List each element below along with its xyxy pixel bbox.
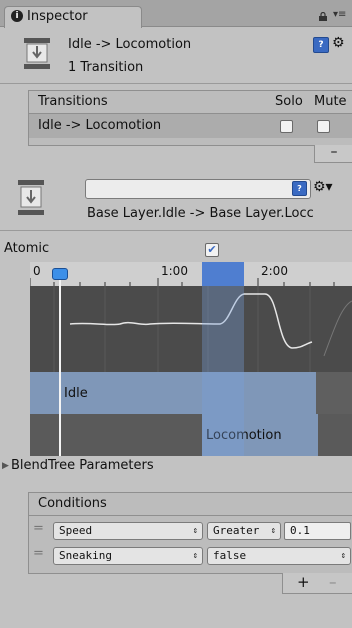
condition-operator-dropdown[interactable]: Greater ⇕ [207, 522, 281, 540]
transition-row[interactable]: Idle -> Locomotion [29, 114, 352, 138]
inspector-tab-bar: i Inspector ▾≡ [0, 0, 352, 28]
transitions-title: Transitions [38, 94, 108, 109]
transition-row-label: Idle -> Locomotion [38, 118, 162, 133]
playhead-handle[interactable] [52, 268, 68, 280]
dropdown-value: Speed [59, 524, 93, 537]
condition-value-dropdown[interactable]: false ⇕ [207, 547, 351, 565]
drag-handle-icon[interactable]: = [33, 546, 44, 561]
dropdown-arrow-icon: ⇕ [270, 526, 276, 536]
help-icon[interactable]: ? [313, 37, 329, 53]
track-locomotion: Locomotion [30, 414, 352, 456]
drag-handle-icon[interactable]: = [33, 521, 44, 536]
dropdown-arrow-icon: ⇕ [340, 551, 346, 561]
idle-clip-label: Idle [64, 386, 88, 401]
help-icon[interactable]: ? [292, 181, 307, 196]
solo-checkbox[interactable] [280, 120, 293, 133]
timeline-ruler[interactable]: 0 1:00 2:00 [30, 262, 352, 286]
remove-transition-button[interactable]: – [314, 145, 352, 163]
tab-menu-icon[interactable]: ▾≡ [333, 9, 346, 20]
dropdown-value: false [213, 549, 247, 562]
dropdown-arrow-icon: ⇕ [192, 551, 198, 561]
condition-parameter-dropdown[interactable]: Speed ⇕ [53, 522, 203, 540]
ruler-label-1: 1:00 [161, 264, 188, 278]
ruler-label-2: 2:00 [261, 264, 288, 278]
lock-icon[interactable] [318, 12, 328, 21]
gear-icon[interactable]: ⚙▾ [313, 179, 333, 195]
transition-icon [18, 180, 44, 215]
dropdown-value: Sneaking [59, 549, 112, 562]
blend-curve [53, 286, 352, 372]
divider [0, 230, 352, 231]
transition-range-selector[interactable] [202, 262, 244, 286]
transition-name-field[interactable] [85, 179, 311, 199]
conditions-title: Conditions [38, 496, 107, 511]
conditions-header: Conditions [29, 493, 352, 516]
mute-checkbox[interactable] [317, 120, 330, 133]
conditions-list: Conditions = Speed ⇕ Greater ⇕ 0.1 = Sne… [28, 492, 352, 574]
divider [0, 83, 352, 84]
page-title: Idle -> Locomotion [68, 37, 192, 52]
transition-overlap-region[interactable] [202, 262, 244, 456]
info-icon: i [11, 10, 23, 22]
mute-column-header: Mute [314, 94, 347, 109]
transitions-header: Transitions Solo Mute [29, 91, 352, 114]
conditions-footer: + – [282, 573, 352, 594]
ruler-label-0: 0 [33, 264, 41, 278]
atomic-checkbox[interactable]: ✔ [205, 243, 219, 257]
playhead[interactable] [59, 274, 61, 456]
dropdown-arrow-icon: ⇕ [192, 526, 198, 536]
add-condition-button[interactable]: + [297, 573, 310, 591]
tab-label: Inspector [27, 9, 88, 24]
condition-value-field[interactable]: 0.1 [284, 522, 351, 540]
condition-parameter-dropdown[interactable]: Sneaking ⇕ [53, 547, 203, 565]
solo-column-header: Solo [275, 94, 303, 109]
transition-icon [24, 38, 50, 69]
layer-path: Base Layer.Idle -> Base Layer.Locc [87, 206, 314, 221]
ruler-ticks [30, 278, 335, 286]
expand-arrow-icon[interactable]: ▶ [2, 461, 9, 471]
condition-value-text: 0.1 [290, 524, 310, 537]
gear-icon[interactable]: ⚙ [332, 35, 345, 51]
transitions-list: Transitions Solo Mute Idle -> Locomotion [28, 90, 352, 146]
blend-curve-area [30, 286, 352, 372]
remove-condition-button[interactable]: – [329, 573, 337, 591]
dropdown-value: Greater [213, 524, 260, 537]
atomic-label: Atomic [4, 241, 50, 256]
transition-count: 1 Transition [68, 60, 144, 75]
track-idle: Idle [30, 372, 352, 414]
transition-timeline[interactable]: 0 1:00 2:00 Idle Locomotion [30, 262, 352, 456]
idle-clip-bar[interactable]: Idle [30, 372, 316, 414]
tab-inspector[interactable]: i Inspector [4, 6, 142, 28]
blendtree-parameters-foldout[interactable]: BlendTree Parameters [11, 458, 154, 473]
